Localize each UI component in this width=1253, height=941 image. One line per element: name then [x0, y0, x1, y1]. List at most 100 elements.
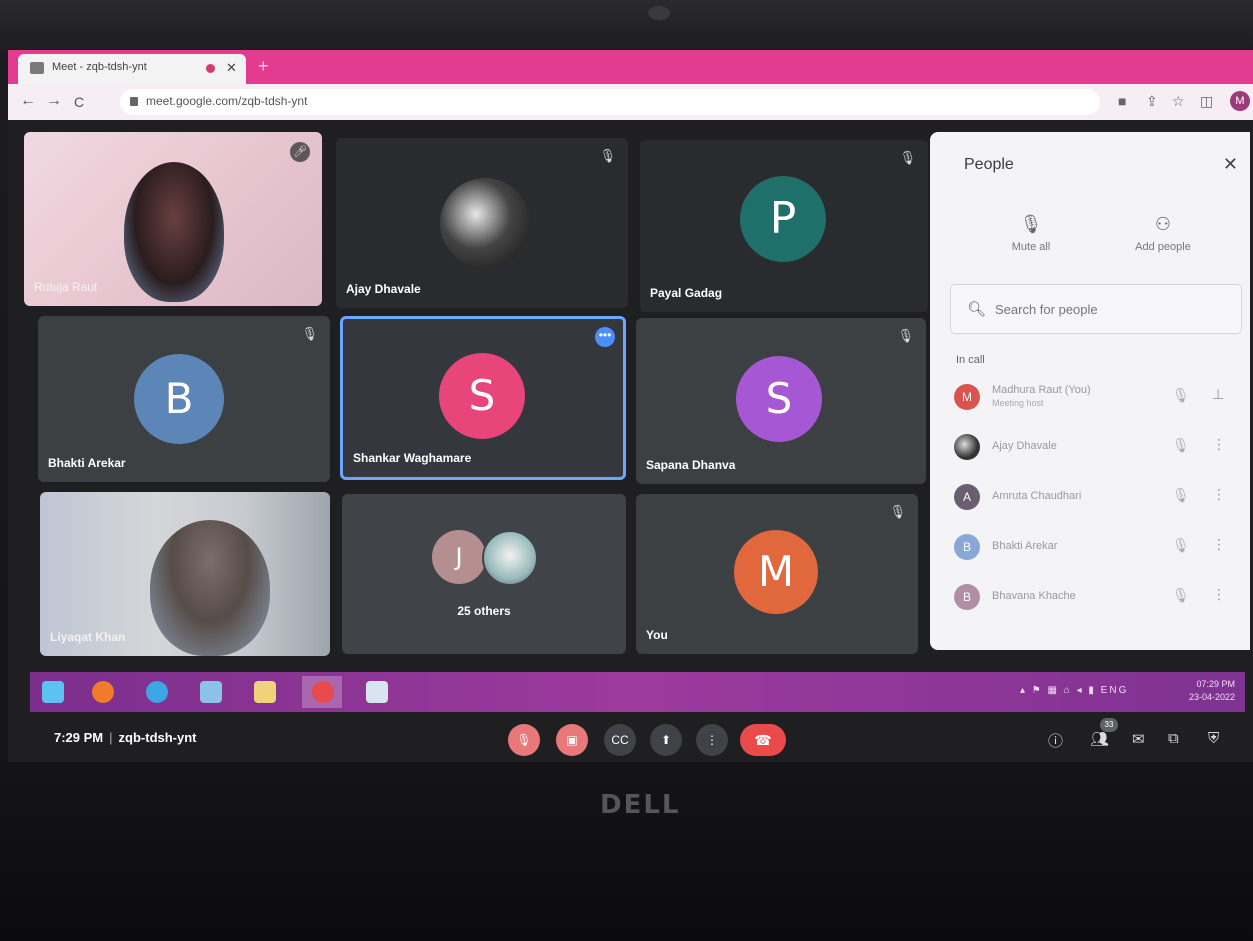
- participant-tile-others[interactable]: J 25 others: [342, 494, 626, 654]
- windows-start-icon[interactable]: [42, 681, 64, 703]
- avatar: [954, 434, 980, 460]
- meet-control-bar: 7:29 PM | zqb-tdsh-ynt 🎙︎ ▣ CC ⬆ ⋮ ☎ ⓘ 👥︎ …: [8, 710, 1253, 762]
- people-list-item[interactable]: B Bhavana Khache 🎙︎ ⋮: [946, 578, 1246, 618]
- close-tab-icon[interactable]: ✕: [226, 60, 237, 76]
- system-tray[interactable]: ▴ ⚑ ▦ ⌂ ◂ ▮ ENG: [1020, 685, 1128, 696]
- search-box[interactable]: 🔍︎: [950, 284, 1242, 334]
- address-bar[interactable]: meet.google.com/zqb-tdsh-ynt: [120, 89, 1100, 115]
- add-people-label: Add people: [1135, 241, 1191, 253]
- person-role: Meeting host: [992, 398, 1044, 408]
- browser-tab-bar: Meet - zqb-tdsh-ynt ✕ +: [8, 50, 1253, 84]
- mic-off-icon[interactable]: 🎙︎: [1172, 487, 1190, 504]
- participant-name: Rutuja Raut: [34, 280, 98, 294]
- new-tab-button[interactable]: +: [258, 57, 269, 75]
- muted-mic-icon: 🎙︎: [889, 504, 906, 519]
- profile-photo: [440, 178, 530, 268]
- webcam: [648, 6, 670, 20]
- mute-all-label: Mute all: [1011, 241, 1051, 253]
- firefox-icon[interactable]: [92, 681, 114, 703]
- avatar: M: [734, 530, 818, 614]
- leave-call-button[interactable]: ☎: [740, 724, 786, 756]
- mic-off-icon[interactable]: 🎙︎: [1172, 437, 1190, 454]
- person-name: Bhavana Khache: [992, 590, 1076, 602]
- word-icon[interactable]: [366, 681, 388, 703]
- chat-icon[interactable]: ✉: [1132, 730, 1145, 748]
- participant-tile[interactable]: B 🎙︎ Bhakti Arekar: [38, 316, 330, 482]
- more-options-icon[interactable]: ⋮: [1212, 586, 1226, 603]
- mic-off-icon[interactable]: 🎙︎: [1172, 587, 1190, 604]
- taskbar-clock[interactable]: 07:29 PM 23-04-2022: [1189, 678, 1235, 704]
- avatar: S: [736, 356, 822, 442]
- host-controls-icon[interactable]: ⛨: [1208, 730, 1219, 747]
- present-screen-button[interactable]: ⬆: [650, 724, 682, 756]
- add-person-icon: ⚇: [1154, 214, 1172, 234]
- browser-tab[interactable]: Meet - zqb-tdsh-ynt ✕: [18, 54, 246, 84]
- input-language: ENG: [1100, 685, 1129, 696]
- mic-off-icon: 🎙︎: [1019, 214, 1043, 234]
- chrome-icon[interactable]: [312, 681, 334, 703]
- people-panel: People ✕ 🎙︎ Mute all ⚇ Add people 🔍︎ In …: [930, 132, 1250, 650]
- participant-tile[interactable]: S 🎙︎ Sapana Dhanva: [636, 318, 926, 484]
- mute-all-button[interactable]: 🎙︎ Mute all: [986, 214, 1076, 253]
- section-label: In call: [956, 354, 985, 366]
- clock-time: 07:29 PM: [1196, 679, 1235, 689]
- profile-avatar[interactable]: M: [1230, 91, 1250, 111]
- sidebar-icon[interactable]: ◫: [1200, 93, 1213, 110]
- laptop-screen: Meet - zqb-tdsh-ynt ✕ + ← → C meet.googl…: [8, 50, 1253, 762]
- separator: |: [109, 730, 113, 745]
- participant-tile[interactable]: P 🎙︎ Payal Gadag: [640, 140, 928, 312]
- more-options-icon[interactable]: ⋮: [1212, 486, 1226, 503]
- panel-title: People: [964, 156, 1014, 173]
- muted-mic-icon: 🎙︎: [899, 150, 916, 165]
- add-people-button[interactable]: ⚇ Add people: [1118, 214, 1208, 253]
- video-feed: [150, 520, 270, 656]
- others-count: 25 others: [457, 604, 511, 618]
- people-list-item[interactable]: Ajay Dhavale 🎙︎ ⋮: [946, 428, 1246, 468]
- avatar: B: [954, 584, 980, 610]
- url-text: meet.google.com/zqb-tdsh-ynt: [146, 94, 308, 108]
- file-explorer-icon[interactable]: [254, 681, 276, 703]
- muted-mic-icon: 🎙︎: [301, 326, 318, 341]
- more-options-icon[interactable]: ⋮: [1212, 436, 1226, 453]
- more-options-button[interactable]: ⋮: [696, 724, 728, 756]
- search-input[interactable]: [995, 298, 1225, 320]
- people-icon[interactable]: 👥︎: [1090, 730, 1109, 748]
- internet-explorer-icon[interactable]: [146, 681, 168, 703]
- participant-tile-active[interactable]: S ••• Shankar Waghamare: [340, 316, 626, 480]
- muted-mic-icon: 🎤︎: [290, 142, 310, 162]
- participant-tile[interactable]: 🎤︎ Rutuja Raut: [24, 132, 322, 306]
- meeting-details-icon[interactable]: ⓘ: [1048, 730, 1063, 751]
- activities-icon[interactable]: ⧉: [1168, 730, 1179, 747]
- dell-logo: DELL: [600, 790, 681, 820]
- more-options-button[interactable]: •••: [595, 327, 615, 347]
- mic-off-icon[interactable]: 🎙︎: [1172, 387, 1190, 404]
- camera-toggle-button[interactable]: ▣: [556, 724, 588, 756]
- avatar: B: [134, 354, 224, 444]
- close-icon[interactable]: ✕: [1223, 154, 1238, 175]
- bookmark-star-icon[interactable]: ☆: [1172, 93, 1185, 110]
- recording-dot-icon: [206, 64, 215, 73]
- pin-icon[interactable]: ⊥: [1212, 386, 1224, 403]
- people-list-item[interactable]: M Madhura Raut (You) Meeting host 🎙︎ ⊥: [946, 378, 1246, 418]
- reload-icon[interactable]: C: [74, 94, 84, 110]
- participant-name: Bhakti Arekar: [48, 456, 126, 470]
- mic-off-icon[interactable]: 🎙︎: [1172, 537, 1190, 554]
- person-name: Amruta Chaudhari: [992, 490, 1082, 502]
- profile-photo: [482, 530, 538, 586]
- participant-tile[interactable]: Liyaqat Khan: [40, 492, 330, 656]
- more-options-icon[interactable]: ⋮: [1212, 536, 1226, 553]
- meet-favicon-icon: [30, 62, 44, 74]
- paint-icon[interactable]: [200, 681, 222, 703]
- person-name: Ajay Dhavale: [992, 440, 1057, 452]
- captions-button[interactable]: CC: [604, 724, 636, 756]
- camera-indicator-icon[interactable]: ■: [1118, 93, 1126, 109]
- participant-tile[interactable]: 🎙︎ Ajay Dhavale: [336, 138, 628, 308]
- share-icon[interactable]: ⇪: [1146, 93, 1158, 110]
- people-list-item[interactable]: B Bhakti Arekar 🎙︎ ⋮: [946, 528, 1246, 568]
- participant-tile-self[interactable]: M 🎙︎ You: [636, 494, 918, 654]
- forward-icon[interactable]: →: [46, 92, 62, 110]
- microphone-toggle-button[interactable]: 🎙︎: [508, 724, 540, 756]
- participant-name: Payal Gadag: [650, 286, 723, 300]
- back-icon[interactable]: ←: [20, 92, 36, 110]
- people-list-item[interactable]: A Amruta Chaudhari 🎙︎ ⋮: [946, 478, 1246, 518]
